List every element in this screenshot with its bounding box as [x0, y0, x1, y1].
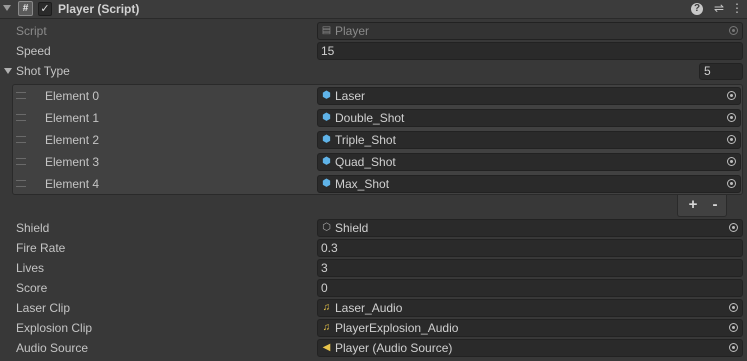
shot-type-label[interactable]: Shot Type — [16, 61, 70, 81]
presets-icon[interactable]: ⇌ — [712, 1, 726, 15]
lives-field[interactable]: 3 — [317, 259, 743, 277]
drag-handle-icon[interactable] — [16, 136, 26, 143]
object-picker-icon — [729, 26, 738, 35]
audio-source-field[interactable]: ◀ Player (Audio Source) — [317, 339, 743, 357]
help-icon[interactable]: ? — [691, 3, 703, 15]
element-field[interactable]: ⬢ Quad_Shot — [317, 153, 741, 171]
object-picker-icon[interactable] — [729, 323, 738, 332]
fire-rate-label: Fire Rate — [16, 241, 66, 255]
element-label: Element 3 — [45, 155, 100, 169]
score-value: 0 — [321, 281, 328, 295]
element-label: Element 2 — [45, 133, 100, 147]
audio-clip-icon: ♫ — [322, 302, 331, 313]
drag-handle-icon[interactable] — [16, 158, 26, 165]
prefab-icon: ⬢ — [322, 112, 331, 123]
explosion-clip-value: PlayerExplosion_Audio — [335, 321, 459, 335]
audio-source-value: Player (Audio Source) — [335, 341, 453, 355]
lives-value: 3 — [321, 261, 328, 275]
prefab-icon: ⬢ — [322, 178, 331, 189]
drag-handle-icon[interactable] — [16, 180, 26, 187]
element-value: Double_Shot — [335, 111, 405, 125]
score-field[interactable]: 0 — [317, 279, 743, 297]
element-label: Element 1 — [45, 111, 100, 125]
enabled-checkbox[interactable]: ✓ — [38, 2, 52, 16]
element-label: Element 4 — [45, 177, 100, 191]
element-field[interactable]: ⬢ Max_Shot — [317, 175, 741, 193]
prefab-icon: ⬢ — [322, 156, 331, 167]
fold-arrow-icon[interactable] — [3, 5, 11, 11]
audio-clip-icon: ♫ — [322, 322, 331, 333]
element-field[interactable]: ⬢ Laser — [317, 87, 741, 105]
component-title: Player (Script) — [58, 2, 140, 16]
script-field: ▤ Player — [317, 22, 743, 40]
element-value: Max_Shot — [335, 177, 390, 191]
element-label: Element 0 — [45, 89, 100, 103]
hash-icon: # — [18, 1, 33, 16]
shield-field[interactable]: ⬡ Shield — [317, 219, 743, 237]
object-picker-icon[interactable] — [727, 135, 736, 144]
laser-clip-field[interactable]: ♫ Laser_Audio — [317, 299, 743, 317]
object-picker-icon[interactable] — [729, 343, 738, 352]
script-label: Script — [16, 24, 47, 38]
element-field[interactable]: ⬢ Triple_Shot — [317, 131, 741, 149]
lives-label: Lives — [16, 261, 45, 275]
fire-rate-value: 0.3 — [321, 241, 338, 255]
prefab-icon: ⬢ — [322, 134, 331, 145]
fire-rate-field[interactable]: 0.3 — [317, 239, 743, 257]
object-picker-icon[interactable] — [727, 91, 736, 100]
explosion-clip-label: Explosion Clip — [16, 321, 93, 335]
object-picker-icon[interactable] — [727, 113, 736, 122]
object-picker-icon[interactable] — [729, 223, 738, 232]
explosion-clip-field[interactable]: ♫ PlayerExplosion_Audio — [317, 319, 743, 337]
element-value: Laser — [335, 89, 366, 103]
more-icon[interactable]: ⋮ — [730, 1, 744, 15]
laser-clip-label: Laser Clip — [16, 301, 71, 315]
speaker-icon: ◀ — [322, 342, 331, 353]
object-picker-icon[interactable] — [727, 157, 736, 166]
list-footer: + - — [677, 195, 727, 217]
speed-value: 15 — [321, 44, 335, 58]
drag-handle-icon[interactable] — [16, 92, 26, 99]
speed-label: Speed — [16, 44, 51, 58]
gameobject-icon: ⬡ — [322, 222, 331, 233]
object-picker-icon[interactable] — [727, 179, 736, 188]
object-picker-icon[interactable] — [729, 303, 738, 312]
score-label: Score — [16, 281, 48, 295]
drag-handle-icon[interactable] — [16, 114, 26, 121]
add-element-button[interactable]: + — [683, 196, 703, 214]
speed-field[interactable]: 15 — [317, 42, 743, 60]
shield-value: Shield — [335, 221, 369, 235]
element-value: Quad_Shot — [335, 155, 396, 169]
script-value: Player — [335, 24, 370, 38]
shot-type-fold-icon[interactable] — [4, 68, 12, 74]
shot-type-size-field[interactable]: 5 — [699, 63, 743, 80]
element-value: Triple_Shot — [335, 133, 396, 147]
shot-type-size-value: 5 — [704, 64, 711, 78]
prefab-icon: ⬢ — [322, 90, 331, 101]
script-icon: ▤ — [321, 25, 332, 36]
audio-source-label: Audio Source — [16, 341, 89, 355]
remove-element-button[interactable]: - — [705, 196, 725, 214]
element-field[interactable]: ⬢ Double_Shot — [317, 109, 741, 127]
shield-label: Shield — [16, 221, 50, 235]
laser-clip-value: Laser_Audio — [335, 301, 403, 315]
